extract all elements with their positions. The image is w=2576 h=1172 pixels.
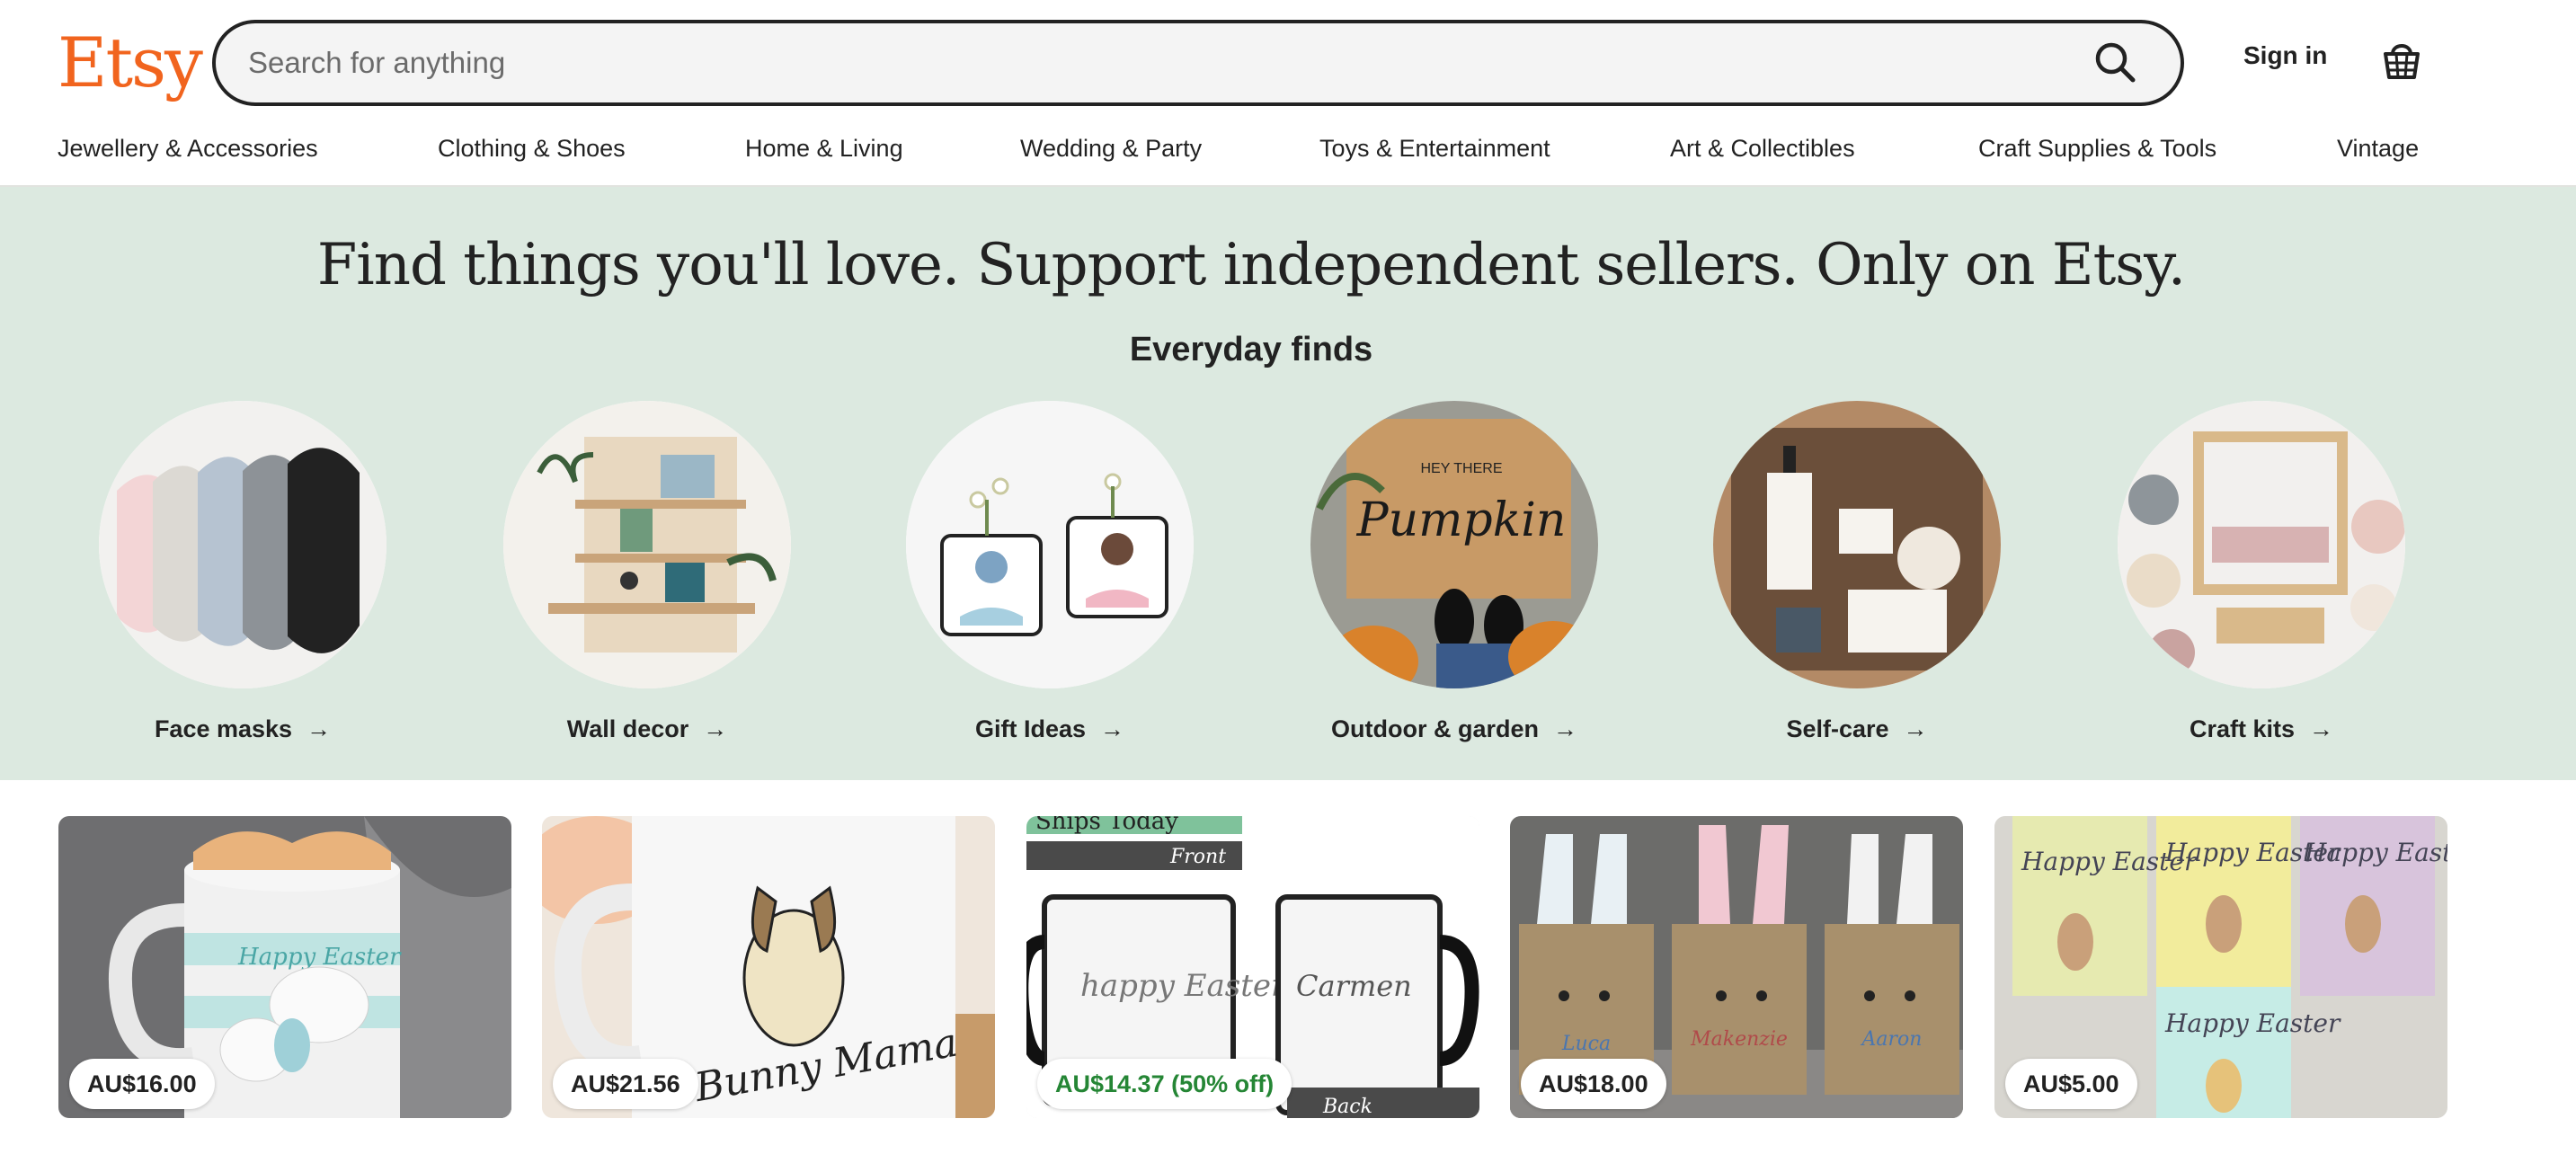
price-badge: AU$18.00: [1521, 1059, 1666, 1109]
everyday-finds-heading: Everyday finds: [1129, 331, 1373, 368]
listing-card[interactable]: Luca Makenzie Aaron AU$18.00: [1510, 816, 1963, 1118]
category-label: Self-care →: [1786, 715, 1928, 742]
bag-name: Aaron: [1861, 1028, 1923, 1051]
category-label: Outdoor & garden →: [1331, 715, 1577, 742]
category-face-masks[interactable]: Face masks →: [99, 401, 386, 760]
category-wall-decor[interactable]: Wall decor →: [503, 401, 791, 760]
hero-title: Find things you'll love. Support indepen…: [316, 232, 2186, 298]
basket-icon: [2384, 44, 2420, 79]
craft-kits-image: [2118, 401, 2405, 688]
listing-card[interactable]: Happy Easter AU$16.00: [58, 816, 511, 1118]
nav-craft-supplies[interactable]: Craft Supplies & Tools: [1978, 135, 2216, 163]
category-label: Gift Ideas →: [974, 715, 1125, 742]
price-badge: AU$16.00: [69, 1059, 215, 1109]
arrow-right-icon: →: [1100, 715, 1125, 742]
front-label: Front: [1169, 846, 1226, 868]
price-badge: AU$14.37 (50% off): [1037, 1059, 1292, 1109]
category-label: Wall decor →: [566, 715, 728, 742]
search-input[interactable]: [248, 23, 2046, 102]
nav-vintage[interactable]: Vintage: [2337, 135, 2419, 163]
price-badge: AU$21.56: [553, 1059, 698, 1109]
mug-text: Happy Easter: [237, 944, 402, 971]
category-gift-ideas[interactable]: Gift Ideas →: [906, 401, 1194, 760]
self-care-image: [1713, 401, 2001, 688]
bag-name: Makenzie: [1690, 1028, 1788, 1051]
arrow-right-icon: →: [1553, 715, 1577, 742]
category-label: Craft kits →: [2189, 715, 2334, 742]
basket-button[interactable]: [2380, 36, 2423, 83]
nav-home-living[interactable]: Home & Living: [745, 135, 903, 163]
face-masks-image: [99, 401, 386, 688]
banner-text: Ships Today: [1035, 816, 1178, 835]
nav-wedding-party[interactable]: Wedding & Party: [1020, 135, 1202, 163]
nav-jewellery[interactable]: Jewellery & Accessories: [58, 135, 318, 163]
gift-ideas-image: [906, 401, 1194, 688]
nav-clothing[interactable]: Clothing & Shoes: [438, 135, 626, 163]
category-craft-kits[interactable]: Craft kits →: [2118, 401, 2405, 760]
arrow-right-icon: →: [1903, 715, 1928, 742]
site-header: Etsy Sign in Jewellery & Accessories Clo…: [0, 0, 2576, 187]
arrow-right-icon: →: [703, 715, 728, 742]
listing-card[interactable]: Bunny Mama AU$21.56: [542, 816, 995, 1118]
listing-row: Happy Easter AU$16.00 Bunny Mama AU$21.5…: [0, 816, 2576, 1118]
category-label: Face masks →: [154, 715, 332, 742]
nav-toys[interactable]: Toys & Entertainment: [1319, 135, 1550, 163]
search-button[interactable]: [2091, 38, 2141, 88]
outdoor-garden-image: HEY THERE Pumpkin: [1310, 401, 1598, 688]
card-text: Happy Easter: [2164, 1008, 2341, 1038]
bag-name: Luca: [1561, 1033, 1611, 1055]
price-badge: AU$5.00: [2005, 1059, 2137, 1109]
back-label: Back: [1322, 1096, 1372, 1118]
etsy-logo[interactable]: Etsy: [58, 20, 203, 106]
mug-left-text: happy Easter: [1080, 968, 1287, 1004]
arrow-right-icon: →: [306, 715, 332, 742]
category-nav: Jewellery & Accessories Clothing & Shoes…: [0, 135, 2576, 167]
listing-card[interactable]: Happy Easter Happy Easter Happy Easter H…: [1994, 816, 2447, 1118]
search-bar[interactable]: [212, 20, 2184, 106]
mug-right-text: Carmen: [1296, 969, 1412, 1003]
wall-decor-image: [503, 401, 791, 688]
sign-in-link[interactable]: Sign in: [2243, 41, 2327, 70]
hero-section: Find things you'll love. Support indepen…: [0, 187, 2576, 780]
nav-art[interactable]: Art & Collectibles: [1670, 135, 1855, 163]
card-text: Happy Easter: [2304, 838, 2447, 867]
category-self-care[interactable]: Self-care →: [1713, 401, 2001, 760]
listing-card[interactable]: Ships Today Front happy Easter Carmen Ba…: [1026, 816, 1479, 1118]
search-icon: [2095, 42, 2136, 83]
doormat-text: Pumpkin: [1356, 493, 1567, 547]
doormat-small-text: HEY THERE: [1421, 461, 1503, 476]
arrow-right-icon: →: [2309, 715, 2334, 742]
category-outdoor-garden[interactable]: HEY THERE Pumpkin Outdoor & garden →: [1310, 401, 1598, 760]
